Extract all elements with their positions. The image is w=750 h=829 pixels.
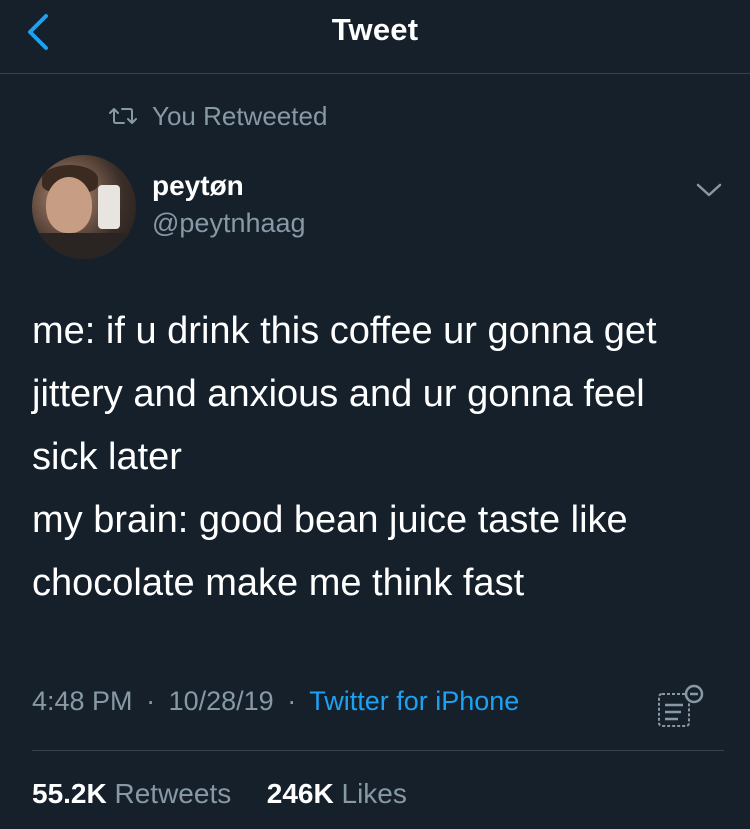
tweet-time: 4:48 PM	[32, 686, 133, 716]
retweets-stat[interactable]: 55.2K Retweets	[32, 778, 239, 809]
meta-separator: ·	[146, 686, 156, 716]
retweet-context-label: You Retweeted	[152, 100, 328, 131]
tweet-detail-screen: Tweet You Retweeted peytøn @peytnhaag me…	[0, 0, 750, 829]
likes-stat[interactable]: 246K Likes	[267, 778, 407, 809]
tweet-text: me: if u drink this coffee ur gonna get …	[32, 310, 657, 604]
tweet-source-link[interactable]: Twitter for iPhone	[309, 686, 519, 716]
retweets-count: 55.2K	[32, 778, 107, 809]
retweet-icon	[109, 108, 137, 124]
tweet-date: 10/28/19	[168, 686, 274, 716]
avatar[interactable]	[32, 155, 136, 259]
author-handle[interactable]: @peytnhaag	[152, 208, 306, 239]
author-display-name[interactable]: peytøn	[152, 170, 244, 202]
page-title: Tweet	[331, 12, 419, 47]
retweet-context: You Retweeted	[108, 99, 327, 133]
top-navigation-bar: Tweet	[0, 0, 750, 74]
analytics-icon[interactable]	[656, 684, 706, 730]
likes-count: 246K	[266, 778, 334, 809]
tweet-meta: 4:48 PM · 10/28/19 · Twitter for iPhone	[32, 686, 519, 717]
likes-label: Likes	[341, 778, 407, 809]
chevron-down-icon[interactable]	[694, 180, 724, 200]
retweets-label: Retweets	[114, 778, 232, 809]
meta-separator: ·	[287, 686, 297, 716]
tweet-stats: 55.2K Retweets 246K Likes	[32, 778, 407, 810]
stats-divider	[32, 750, 724, 751]
